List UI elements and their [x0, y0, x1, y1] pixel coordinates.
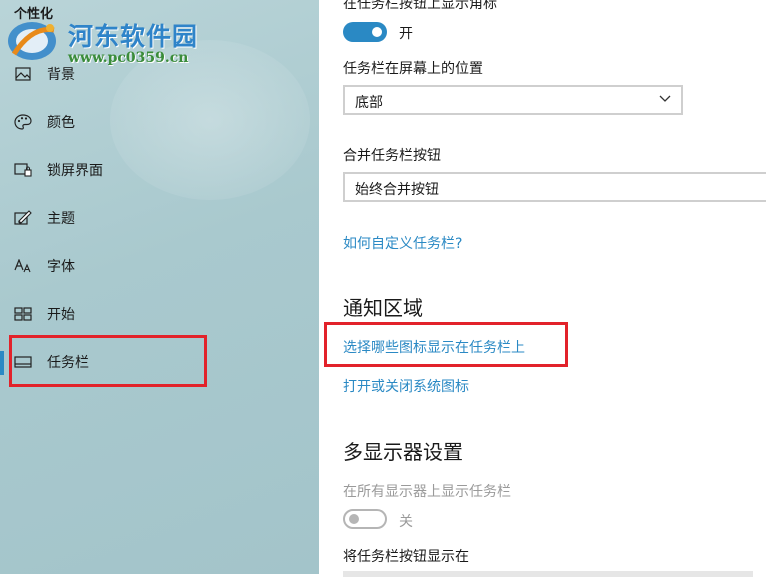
sidebar-item-label: 锁屏界面: [47, 163, 103, 179]
combine-label: 合并任务栏按钮: [343, 148, 441, 164]
lock-screen-icon: [14, 161, 32, 179]
buttons-on-label: 将任务栏按钮显示在: [343, 549, 469, 565]
badge-toggle[interactable]: [343, 22, 387, 42]
show-all-displays-label: 在所有显示器上显示任务栏: [343, 484, 511, 500]
sidebar-item-label: 字体: [47, 259, 75, 275]
toggle-knob: [349, 514, 359, 524]
start-grid-icon: [14, 305, 32, 323]
sidebar: 个性化 河东软件园 www.pc0359.cn 背景 颜色 锁屏界面 主题 字体…: [0, 0, 319, 574]
position-label: 任务栏在屏幕上的位置: [343, 61, 483, 77]
sidebar-item-label: 背景: [47, 67, 75, 83]
theme-brush-icon: [14, 209, 32, 227]
badge-setting-label: 在任务栏按钮上显示角标: [343, 0, 497, 12]
customize-taskbar-link[interactable]: 如何自定义任务栏?: [343, 233, 462, 253]
sidebar-item-fonts[interactable]: 字体: [0, 246, 319, 286]
sidebar-item-colors[interactable]: 颜色: [0, 102, 319, 142]
buttons-on-select[interactable]: [343, 571, 753, 577]
chevron-down-icon: [659, 95, 671, 102]
combine-select-value: 始终合并按钮: [355, 182, 439, 198]
palette-icon: [14, 113, 32, 131]
highlight-box-select-icons: [324, 322, 568, 367]
sidebar-item-label: 主题: [47, 211, 75, 227]
sidebar-item-themes[interactable]: 主题: [0, 198, 319, 238]
position-select-value: 底部: [355, 95, 383, 111]
combine-select[interactable]: 始终合并按钮: [343, 172, 766, 202]
show-all-displays-state: 关: [399, 514, 413, 530]
sidebar-item-background[interactable]: 背景: [0, 54, 319, 94]
sidebar-item-lock-screen[interactable]: 锁屏界面: [0, 150, 319, 190]
system-icons-link[interactable]: 打开或关闭系统图标: [343, 376, 469, 396]
badge-toggle-state: 开: [399, 26, 413, 42]
font-icon: [14, 257, 32, 275]
toggle-knob: [372, 27, 382, 37]
highlight-box-taskbar: [9, 335, 207, 387]
sidebar-item-label: 开始: [47, 307, 75, 323]
picture-icon: [14, 65, 32, 83]
position-select[interactable]: 底部: [343, 85, 683, 115]
multi-display-title: 多显示器设置: [343, 440, 463, 464]
sidebar-item-label: 颜色: [47, 115, 75, 131]
watermark-name: 河东软件园: [68, 22, 199, 51]
notification-area-title: 通知区域: [343, 296, 423, 320]
main-panel: 在任务栏按钮上显示角标 开 任务栏在屏幕上的位置 底部 合并任务栏按钮 始终合并…: [319, 0, 766, 577]
show-all-displays-toggle[interactable]: [343, 509, 387, 529]
sidebar-item-start[interactable]: 开始: [0, 294, 319, 334]
